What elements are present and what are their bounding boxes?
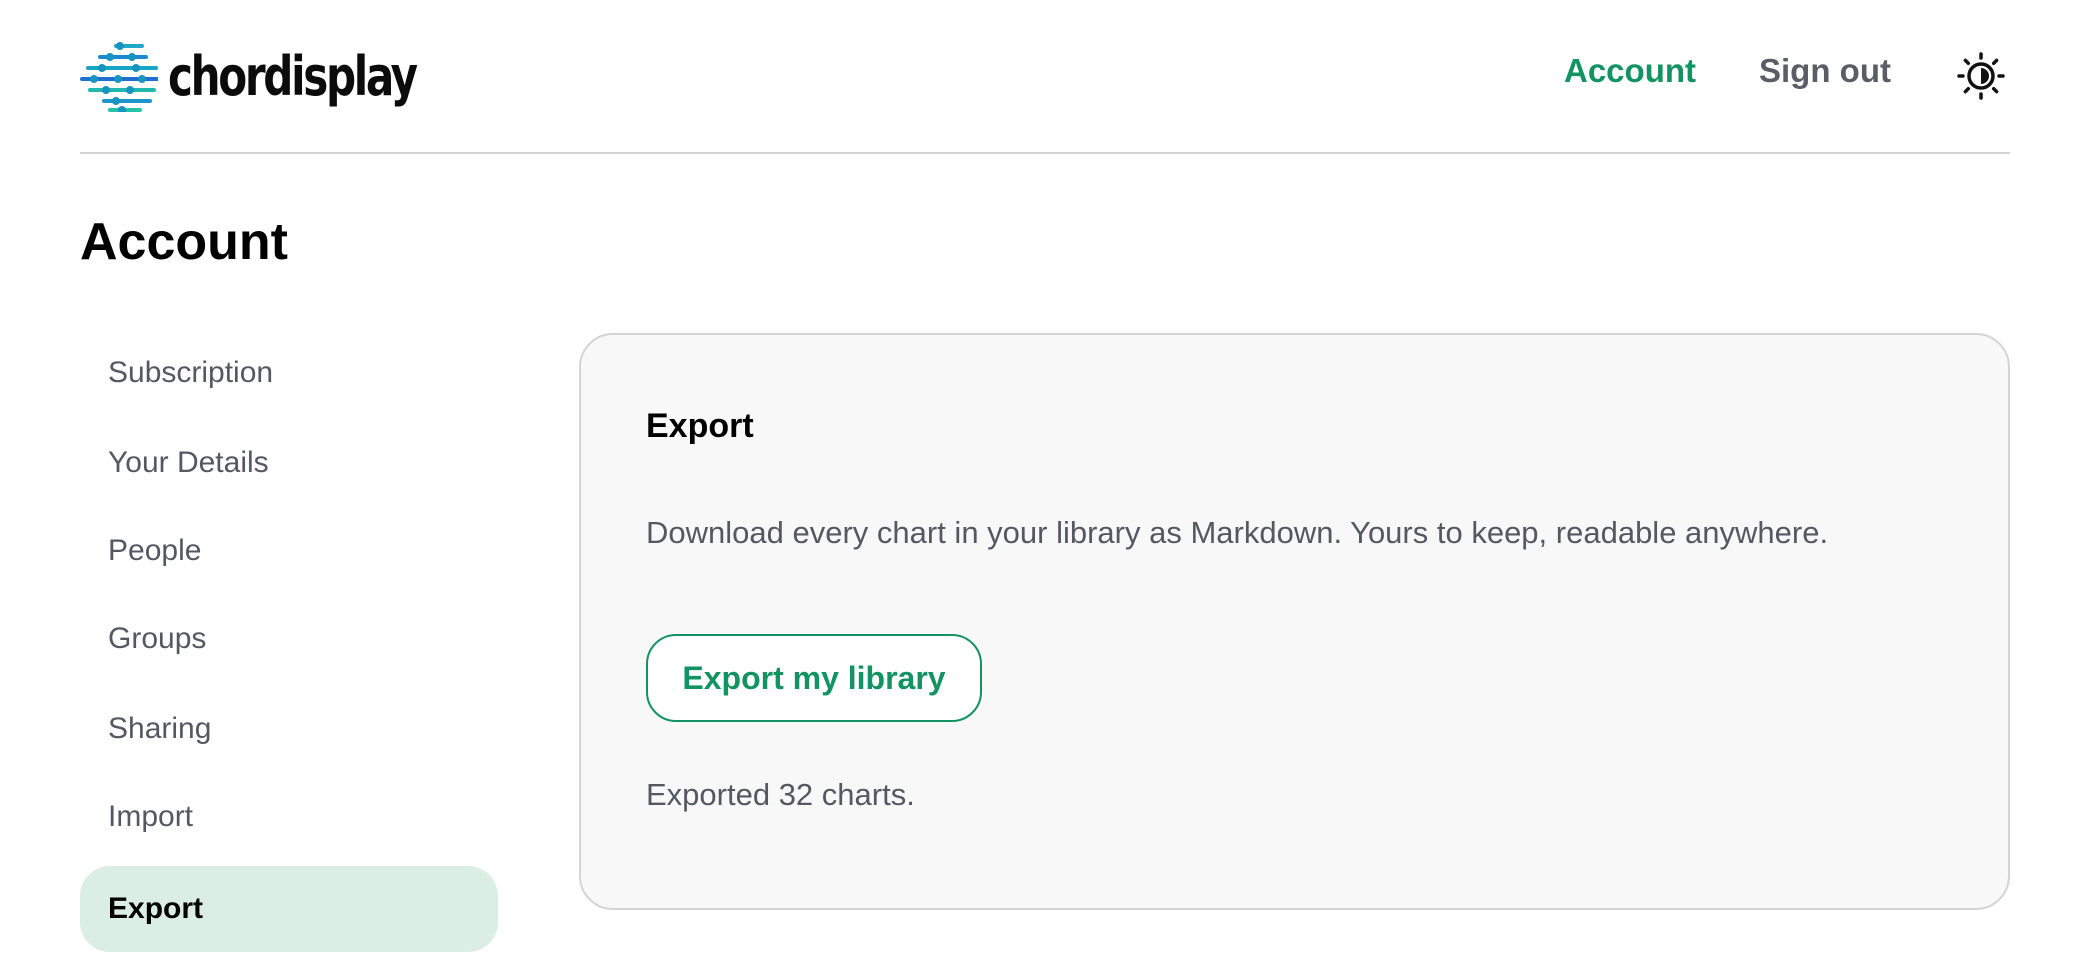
sidebar-item-your-details[interactable]: Your Details [80,420,498,506]
page-title: Account [80,213,288,271]
slider-lines-icon [80,42,158,112]
export-card: Export Download every chart in your libr… [579,333,2010,910]
sidebar-item-export[interactable]: Export [80,866,498,952]
nav-signout-link[interactable]: Sign out [1759,52,1891,90]
sun-moon-icon [1957,52,2005,100]
sidebar-item-import[interactable]: Import [80,774,498,860]
export-status-text: Exported 32 charts. [646,777,915,812]
sidebar-item-people[interactable]: People [80,508,498,594]
logo-wordmark: chordisplay [168,44,418,108]
export-card-description: Download every chart in your library as … [646,515,1829,550]
export-library-button[interactable]: Export my library [646,634,982,722]
sidebar-item-groups[interactable]: Groups [80,596,498,682]
sidebar-item-sharing[interactable]: Sharing [80,686,498,772]
sidebar-item-subscription[interactable]: Subscription [80,330,498,416]
account-page: chordisplay Account Sign out Account Sub… [0,0,2080,962]
logo-link[interactable]: chordisplay [80,40,486,112]
nav-account-link[interactable]: Account [1564,52,1696,90]
top-header: chordisplay Account Sign out [80,0,2010,154]
theme-toggle-button[interactable] [1956,51,2006,101]
export-card-title: Export [646,407,754,445]
